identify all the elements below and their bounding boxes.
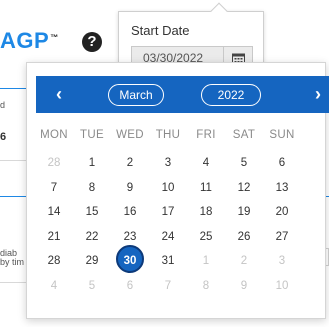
weekday-label: MON bbox=[40, 129, 68, 141]
calendar-day[interactable]: 24 bbox=[150, 227, 186, 247]
calendar-day[interactable]: 7 bbox=[150, 276, 186, 296]
weekday-label: WED bbox=[116, 129, 144, 141]
calendar-day[interactable]: 31 bbox=[150, 251, 186, 271]
calendar-day[interactable]: 17 bbox=[150, 202, 186, 222]
calendar-day[interactable]: 9 bbox=[112, 178, 148, 198]
calendar-day-selected[interactable]: 30 bbox=[112, 245, 148, 273]
calendar-day-label: 30 bbox=[123, 255, 137, 267]
question-circle-icon[interactable]: ? bbox=[82, 32, 102, 52]
calendar-day[interactable]: 14 bbox=[36, 202, 72, 222]
weekday-label: SAT bbox=[232, 129, 256, 141]
calendar-day[interactable]: 4 bbox=[188, 153, 224, 173]
calendar-day[interactable]: 23 bbox=[112, 227, 148, 247]
next-month-button[interactable]: › bbox=[306, 83, 329, 105]
calendar-day[interactable]: 11 bbox=[188, 178, 224, 198]
calendar-day[interactable]: 4 bbox=[36, 276, 72, 296]
divider bbox=[0, 196, 26, 197]
weekday-label: SUN bbox=[269, 129, 295, 141]
calendar-day[interactable]: 6 bbox=[112, 276, 148, 296]
calendar-day[interactable]: 20 bbox=[264, 202, 300, 222]
calendar-day[interactable]: 6 bbox=[264, 153, 300, 173]
calendar-day[interactable]: 5 bbox=[74, 276, 110, 296]
weekday-label: FRI bbox=[196, 129, 216, 141]
year-selector[interactable]: 2022 bbox=[201, 84, 261, 106]
calendar-day[interactable]: 3 bbox=[264, 251, 300, 271]
calendar-day[interactable]: 27 bbox=[264, 227, 300, 247]
calendar-day[interactable]: 8 bbox=[74, 178, 110, 198]
bg-label: by tim bbox=[0, 257, 25, 267]
calendar-day[interactable]: 10 bbox=[264, 276, 300, 296]
calendar-day[interactable]: 13 bbox=[264, 178, 300, 198]
start-date-label: Start Date bbox=[131, 23, 190, 38]
calendar-day[interactable]: 28 bbox=[36, 251, 72, 271]
calendar-day[interactable]: 29 bbox=[74, 251, 110, 271]
calendar-day[interactable]: 3 bbox=[150, 153, 186, 173]
calendar-day[interactable]: 26 bbox=[226, 227, 262, 247]
calendar-day[interactable]: 16 bbox=[112, 202, 148, 222]
calendar-day[interactable]: 7 bbox=[36, 178, 72, 198]
calendar-day[interactable]: 25 bbox=[188, 227, 224, 247]
calendar-day[interactable]: 5 bbox=[226, 153, 262, 173]
divider bbox=[0, 282, 26, 283]
calendar-day[interactable]: 1 bbox=[188, 251, 224, 271]
weekday-label: THU bbox=[155, 129, 181, 141]
divider bbox=[0, 160, 26, 161]
calendar-day[interactable]: 21 bbox=[36, 227, 72, 247]
calendar-day[interactable]: 19 bbox=[226, 202, 262, 222]
prev-month-button[interactable]: ‹ bbox=[47, 83, 71, 105]
calendar-header: ‹ March 2022 › bbox=[36, 76, 329, 113]
divider bbox=[0, 88, 26, 89]
bg-label: d bbox=[0, 100, 6, 110]
calendar-day[interactable]: 18 bbox=[188, 202, 224, 222]
calendar-day[interactable]: 15 bbox=[74, 202, 110, 222]
calendar-day[interactable]: 8 bbox=[188, 276, 224, 296]
weekday-header-row: MON TUE WED THU FRI SAT SUN bbox=[36, 129, 329, 145]
bg-value: 6 bbox=[0, 131, 7, 143]
calendar-day[interactable]: 22 bbox=[74, 227, 110, 247]
weekday-label: TUE bbox=[80, 129, 104, 141]
calendar-day[interactable]: 10 bbox=[150, 178, 186, 198]
calendar-day[interactable]: 2 bbox=[226, 251, 262, 271]
calendar-day[interactable]: 9 bbox=[226, 276, 262, 296]
calendar-day[interactable]: 12 bbox=[226, 178, 262, 198]
calendar-day[interactable]: 2 bbox=[112, 153, 148, 173]
page-title: AGP™ bbox=[0, 28, 59, 53]
date-picker-calendar: ‹ March 2022 › MON TUE WED THU FRI SAT S… bbox=[26, 62, 329, 319]
calendar-day[interactable]: 1 bbox=[74, 153, 110, 173]
month-selector[interactable]: March bbox=[108, 84, 164, 106]
calendar-day[interactable]: 28 bbox=[36, 153, 72, 173]
